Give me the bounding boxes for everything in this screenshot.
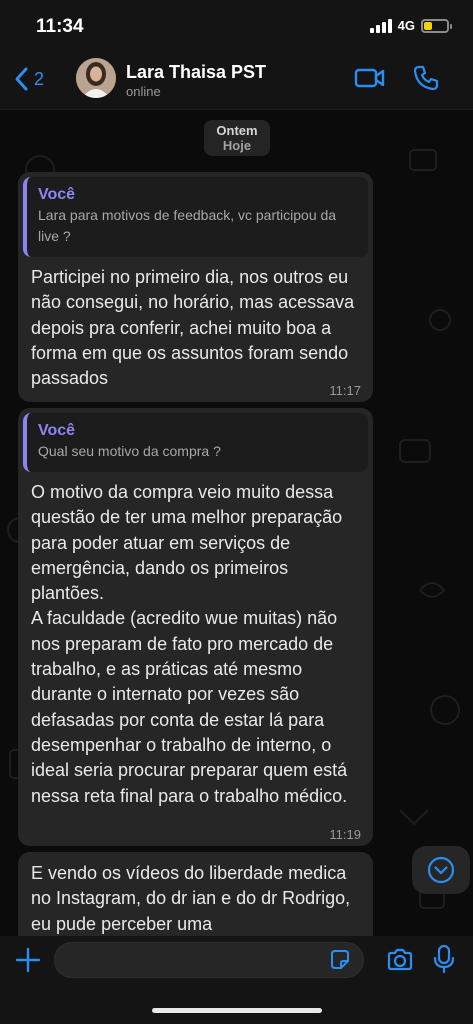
message-bubble[interactable]: Você Qual seu motivo da compra ? O motiv… <box>18 408 373 846</box>
message-bubble[interactable]: Você Lara para motivos de feedback, vc p… <box>18 172 373 402</box>
scroll-down-button[interactable] <box>412 846 470 894</box>
battery-level <box>424 21 432 30</box>
message-input[interactable] <box>54 942 364 978</box>
quote-text: Lara para motivos de feedback, vc partic… <box>38 207 337 244</box>
date-separator-hoje: Hoje <box>222 138 252 153</box>
date-separator: Ontem Hoje <box>204 120 270 156</box>
message-text: E vendo os vídeos do liberdade medica no… <box>31 863 351 934</box>
unread-count: 2 <box>34 68 45 89</box>
message-bubble[interactable]: E vendo os vídeos do liberdade medica no… <box>18 852 373 936</box>
home-indicator[interactable] <box>152 1008 322 1013</box>
message-time: 11:17 <box>329 383 361 398</box>
back-button[interactable]: 2 <box>12 66 44 92</box>
quote-author: Você <box>38 186 76 203</box>
microphone-button[interactable] <box>432 944 456 979</box>
sticker-icon <box>331 950 349 969</box>
video-call-button[interactable] <box>354 66 386 95</box>
quoted-message[interactable]: Você Qual seu motivo da compra ? <box>23 413 368 472</box>
input-bar <box>0 936 473 1024</box>
network-type: 4G <box>397 18 415 33</box>
chat-area[interactable]: Ontem Hoje Você Lara para motivos de fee… <box>0 110 473 936</box>
signal-icon <box>369 18 392 33</box>
sticker-button[interactable] <box>328 948 352 977</box>
status-indicators: 4G <box>369 18 452 33</box>
message-text: O motivo da compra veio muito dessa ques… <box>31 482 348 806</box>
status-time: 11:34 <box>36 16 84 37</box>
message-time: 11:19 <box>329 827 361 842</box>
quote-author: Você <box>38 422 76 439</box>
camera-icon <box>387 948 413 971</box>
chat-header: 2 Lara Thaisa PST online <box>0 52 473 110</box>
attach-button[interactable] <box>14 946 42 979</box>
avatar[interactable] <box>76 58 116 98</box>
microphone-icon <box>433 944 455 974</box>
status-bar: 11:34 4G <box>0 0 473 52</box>
avatar-photo <box>76 58 116 98</box>
voice-call-button[interactable] <box>412 64 440 97</box>
message-text: Participei no primeiro dia, nos outros e… <box>31 267 355 389</box>
chevron-down-circle-icon <box>427 856 455 884</box>
battery-icon <box>421 18 452 33</box>
plus-icon <box>15 947 41 973</box>
quote-text: Qual seu motivo da compra ? <box>38 443 221 459</box>
contact-status: online <box>126 84 161 99</box>
contact-name[interactable]: Lara Thaisa PST <box>126 62 266 83</box>
video-camera-icon <box>354 68 385 88</box>
chevron-left-icon <box>15 67 28 91</box>
phone-icon <box>413 65 439 91</box>
date-separator-ontem: Ontem <box>216 123 258 138</box>
quoted-message[interactable]: Você Lara para motivos de feedback, vc p… <box>23 177 368 257</box>
camera-button[interactable] <box>386 946 414 979</box>
